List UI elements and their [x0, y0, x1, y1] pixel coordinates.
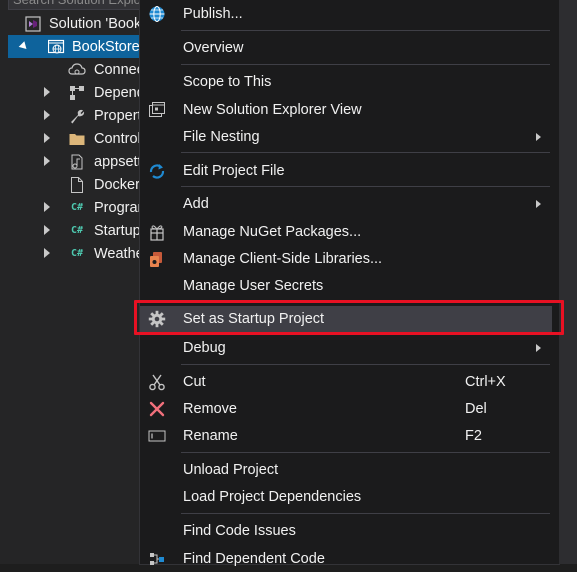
menu-item-unload-project[interactable]: Unload Project — [140, 457, 552, 483]
scissors-icon — [147, 372, 167, 392]
expand-arrow-icon[interactable] — [44, 202, 50, 212]
client-libraries-icon — [147, 249, 167, 269]
menu-item-label: Load Project Dependencies — [183, 489, 362, 505]
tree-item-controllers[interactable]: Controllers — [0, 127, 150, 150]
refresh-edit-icon — [147, 161, 167, 181]
csharp-file-icon: C# — [70, 225, 84, 236]
menu-item-label: Find Code Issues — [183, 523, 296, 539]
menu-separator — [181, 64, 550, 65]
menu-item-find-dependent-code[interactable]: Find Dependent Code — [140, 546, 552, 572]
web-project-icon — [47, 38, 65, 56]
gear-icon — [147, 309, 167, 329]
menu-item-label: File Nesting — [183, 129, 260, 145]
menu-item-scope-to-this[interactable]: Scope to This — [140, 69, 552, 95]
menu-item-label: Add — [183, 196, 209, 212]
folder-icon — [68, 130, 86, 148]
menu-item-debug[interactable]: Debug — [140, 335, 552, 361]
menu-item-label: Manage Client-Side Libraries... — [183, 251, 383, 267]
tree-item-label: Solution 'BookStore' — [49, 15, 150, 32]
menu-item-overview[interactable]: Overview — [140, 35, 552, 61]
menu-item-label: Unload Project — [183, 462, 279, 478]
new-window-icon — [147, 100, 167, 120]
tree-item-startup-cs[interactable]: C# Startup.cs — [0, 219, 150, 242]
menu-separator — [181, 452, 550, 453]
menu-separator — [181, 513, 550, 514]
menu-item-label: Rename — [183, 428, 238, 444]
menu-item-find-code-issues[interactable]: Find Code Issues — [140, 518, 552, 544]
menu-item-remove[interactable]: Remove Del — [140, 396, 552, 422]
tree-item-connected-services[interactable]: Connected Services — [0, 58, 150, 81]
expand-arrow-icon[interactable] — [44, 248, 50, 258]
expand-arrow-icon[interactable] — [44, 156, 50, 166]
menu-item-label: Overview — [183, 40, 244, 56]
solution-explorer: Search Solution Explorer Solution 'BookS… — [0, 0, 150, 564]
menu-separator — [181, 152, 550, 153]
menu-separator — [181, 302, 550, 303]
menu-item-load-dependencies[interactable]: Load Project Dependencies — [140, 484, 552, 510]
nuget-package-icon — [147, 222, 167, 242]
expand-arrow-icon[interactable] — [44, 87, 50, 97]
shortcut-text: Del — [465, 401, 487, 417]
close-x-icon — [147, 399, 167, 419]
cloud-icon — [68, 61, 86, 79]
menu-item-rename[interactable]: Rename F2 — [140, 423, 552, 449]
tree-item-dependencies[interactable]: Dependencies — [0, 81, 150, 104]
search-input[interactable]: Search Solution Explorer — [8, 0, 150, 10]
globe-publish-icon — [147, 4, 167, 24]
menu-item-label: Scope to This — [183, 74, 272, 90]
context-menu: Publish... Overview Scope to This New So… — [139, 0, 560, 567]
menu-item-manage-nuget[interactable]: Manage NuGet Packages... — [140, 219, 552, 245]
menu-item-set-startup-project[interactable]: Set as Startup Project — [140, 306, 552, 332]
menu-item-manage-client-libs[interactable]: Manage Client-Side Libraries... — [140, 246, 552, 272]
menu-item-label: Find Dependent Code — [183, 551, 325, 567]
menu-item-label: Edit Project File — [183, 163, 285, 179]
csharp-file-icon: C# — [70, 248, 84, 259]
shortcut-text: Ctrl+X — [465, 374, 506, 390]
menu-scrollbar — [552, 0, 558, 564]
menu-item-label: Manage User Secrets — [183, 278, 324, 294]
json-file-icon — [68, 153, 86, 171]
menu-separator — [181, 30, 550, 31]
menu-item-manage-user-secrets[interactable]: Manage User Secrets — [140, 273, 552, 299]
shortcut-text: F2 — [465, 428, 482, 444]
dependencies-icon — [68, 84, 86, 102]
menu-item-add[interactable]: Add — [140, 191, 552, 217]
submenu-arrow-icon — [536, 133, 541, 141]
menu-item-label: Cut — [183, 374, 206, 390]
menu-item-edit-project-file[interactable]: Edit Project File — [140, 158, 552, 184]
menu-item-label: Publish... — [183, 6, 243, 22]
menu-item-label: Set as Startup Project — [183, 311, 325, 327]
tree-item-weatherforecast-cs[interactable]: C# WeatherForecast.cs — [0, 242, 150, 265]
wrench-icon — [68, 107, 86, 125]
tree-item-appsettings[interactable]: appsettings.json — [0, 150, 150, 173]
tree-item-dockerfile[interactable]: Dockerfile — [0, 173, 150, 196]
tree-item-properties[interactable]: Properties — [0, 104, 150, 127]
expand-arrow-icon[interactable] — [44, 110, 50, 120]
tree-item-label: BookStore — [72, 38, 140, 55]
menu-item-label: Debug — [183, 340, 226, 356]
submenu-arrow-icon — [536, 344, 541, 352]
menu-item-publish[interactable]: Publish... — [140, 1, 552, 27]
tree-item-project[interactable]: BookStore — [8, 35, 150, 58]
expand-arrow-icon[interactable] — [44, 133, 50, 143]
file-icon — [68, 176, 86, 194]
menu-item-cut[interactable]: Cut Ctrl+X — [140, 369, 552, 395]
expand-arrow-icon[interactable] — [18, 41, 30, 52]
menu-item-label: Manage NuGet Packages... — [183, 224, 362, 240]
tree-item-program-cs[interactable]: C# Program.cs — [0, 196, 150, 219]
menu-item-new-solution-explorer-view[interactable]: New Solution Explorer View — [140, 97, 552, 123]
rename-icon — [147, 426, 167, 446]
editor-background — [559, 0, 577, 564]
menu-separator — [181, 364, 550, 365]
menu-item-label: New Solution Explorer View — [183, 102, 362, 118]
visual-studio-solution-icon — [24, 15, 42, 33]
dependency-graph-icon — [147, 549, 167, 569]
expand-arrow-icon[interactable] — [44, 225, 50, 235]
tree-item-solution[interactable]: Solution 'BookStore' — [0, 12, 150, 35]
csharp-file-icon: C# — [70, 202, 84, 213]
submenu-arrow-icon — [536, 200, 541, 208]
menu-item-label: Remove — [183, 401, 237, 417]
menu-separator — [181, 186, 550, 187]
menu-item-file-nesting[interactable]: File Nesting — [140, 124, 552, 150]
